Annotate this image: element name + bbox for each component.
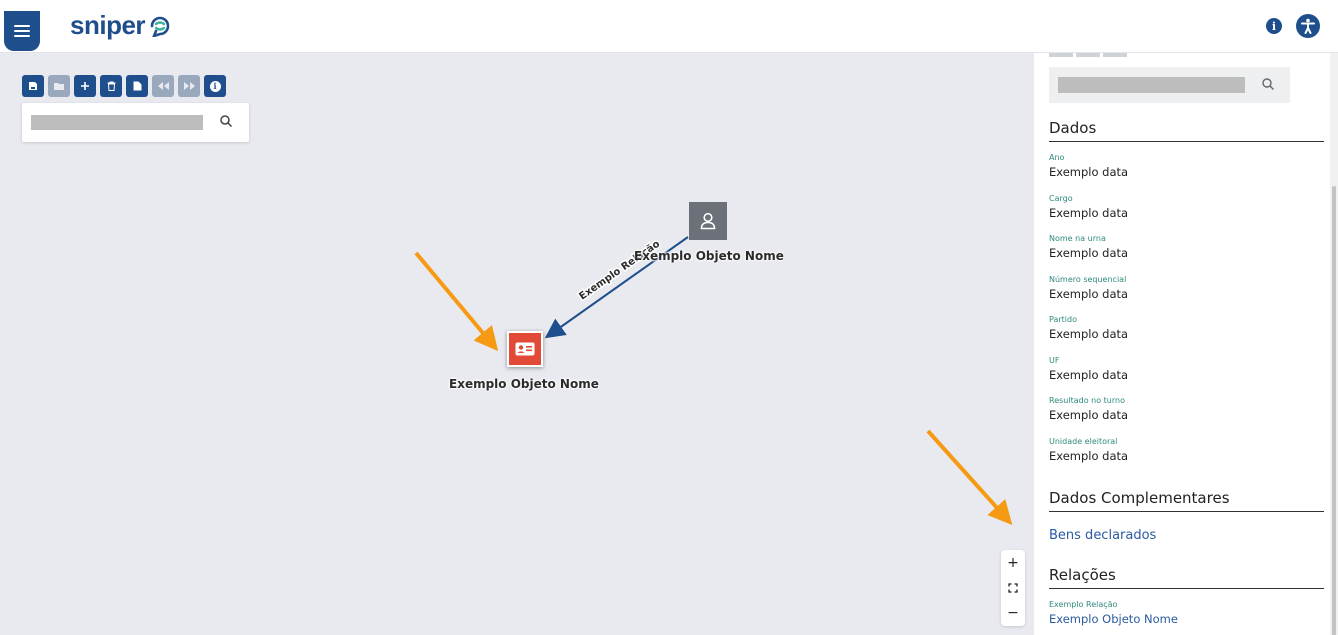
section-relacoes: Relações bbox=[1049, 566, 1324, 589]
relation-label: Exemplo Relação bbox=[1049, 600, 1118, 609]
panel-search[interactable] bbox=[1049, 67, 1290, 103]
field-value: Exemplo data bbox=[1049, 165, 1129, 179]
search-icon[interactable] bbox=[1261, 77, 1275, 91]
field-value: Exemplo data bbox=[1049, 246, 1129, 260]
node-label: Exemplo Objeto Nome bbox=[449, 377, 599, 391]
field-label: Partido bbox=[1049, 315, 1077, 324]
user-icon bbox=[700, 212, 716, 230]
field-ano: Ano Exemplo data bbox=[1049, 152, 1128, 180]
accessibility-icon[interactable] bbox=[1296, 14, 1320, 38]
relation-item[interactable]: Exemplo Relação Exemplo Objeto Nome bbox=[1049, 599, 1178, 627]
graph-canvas[interactable]: i Exemplo Relação Exemplo Objeto Nome Ex… bbox=[0, 53, 1034, 635]
scrollbar-thumb[interactable] bbox=[1332, 186, 1336, 635]
menu-button[interactable] bbox=[4, 11, 40, 51]
logo-text: sniper bbox=[70, 10, 146, 40]
field-unidade-eleitoral: Unidade eleitoral Exemplo data bbox=[1049, 436, 1128, 464]
field-nome-na-urna: Nome na urna Exemplo data bbox=[1049, 233, 1128, 261]
field-resultado-no-turno: Resultado no turno Exemplo data bbox=[1049, 395, 1128, 423]
field-label: Cargo bbox=[1049, 194, 1073, 203]
zoom-controls: + − bbox=[1001, 550, 1025, 626]
field-label: Ano bbox=[1049, 153, 1065, 162]
field-value: Exemplo data bbox=[1049, 287, 1129, 301]
hamburger-icon bbox=[14, 25, 30, 37]
field-label: Número sequencial bbox=[1049, 275, 1127, 284]
field-label: UF bbox=[1049, 356, 1060, 365]
id-card-icon bbox=[515, 342, 535, 356]
field-uf: UF Exemplo data bbox=[1049, 355, 1128, 383]
field-value: Exemplo data bbox=[1049, 449, 1129, 463]
field-label: Nome na urna bbox=[1049, 234, 1106, 243]
panel-search-input[interactable] bbox=[1058, 77, 1245, 93]
relation-value[interactable]: Exemplo Objeto Nome bbox=[1049, 611, 1178, 627]
zoom-in-button[interactable]: + bbox=[1007, 556, 1019, 570]
bens-declarados-link[interactable]: Bens declarados bbox=[1049, 528, 1156, 543]
sniper-logo[interactable]: sniper bbox=[70, 10, 172, 41]
zoom-out-button[interactable]: − bbox=[1007, 606, 1019, 620]
field-value: Exemplo data bbox=[1049, 206, 1129, 220]
field-value: Exemplo data bbox=[1049, 408, 1129, 422]
field-label: Unidade eleitoral bbox=[1049, 437, 1118, 446]
fit-screen-icon[interactable] bbox=[1008, 583, 1018, 593]
field-value: Exemplo data bbox=[1049, 327, 1129, 341]
section-dados-complementares: Dados Complementares bbox=[1049, 489, 1324, 512]
annotation-arrow bbox=[414, 251, 499, 352]
logo-mark-icon bbox=[150, 16, 170, 37]
field-partido: Partido Exemplo data bbox=[1049, 314, 1128, 342]
graph-node-person[interactable] bbox=[689, 202, 727, 240]
info-icon[interactable]: i bbox=[1266, 18, 1282, 34]
node-label: Exemplo Objeto Nome bbox=[634, 249, 784, 263]
field-cargo: Cargo Exemplo data bbox=[1049, 193, 1128, 221]
section-dados: Dados bbox=[1049, 119, 1324, 142]
top-bar: sniper i bbox=[0, 0, 1338, 53]
panel-tabs[interactable] bbox=[1049, 53, 1127, 57]
field-label: Resultado no turno bbox=[1049, 396, 1125, 405]
field-value: Exemplo data bbox=[1049, 368, 1129, 382]
graph-node-id-card[interactable] bbox=[507, 331, 543, 367]
field-numero-sequencial: Número sequencial Exemplo data bbox=[1049, 274, 1128, 302]
details-panel: Dados Ano Exemplo data Cargo Exemplo dat… bbox=[1034, 53, 1338, 635]
annotation-arrow bbox=[926, 429, 1013, 525]
